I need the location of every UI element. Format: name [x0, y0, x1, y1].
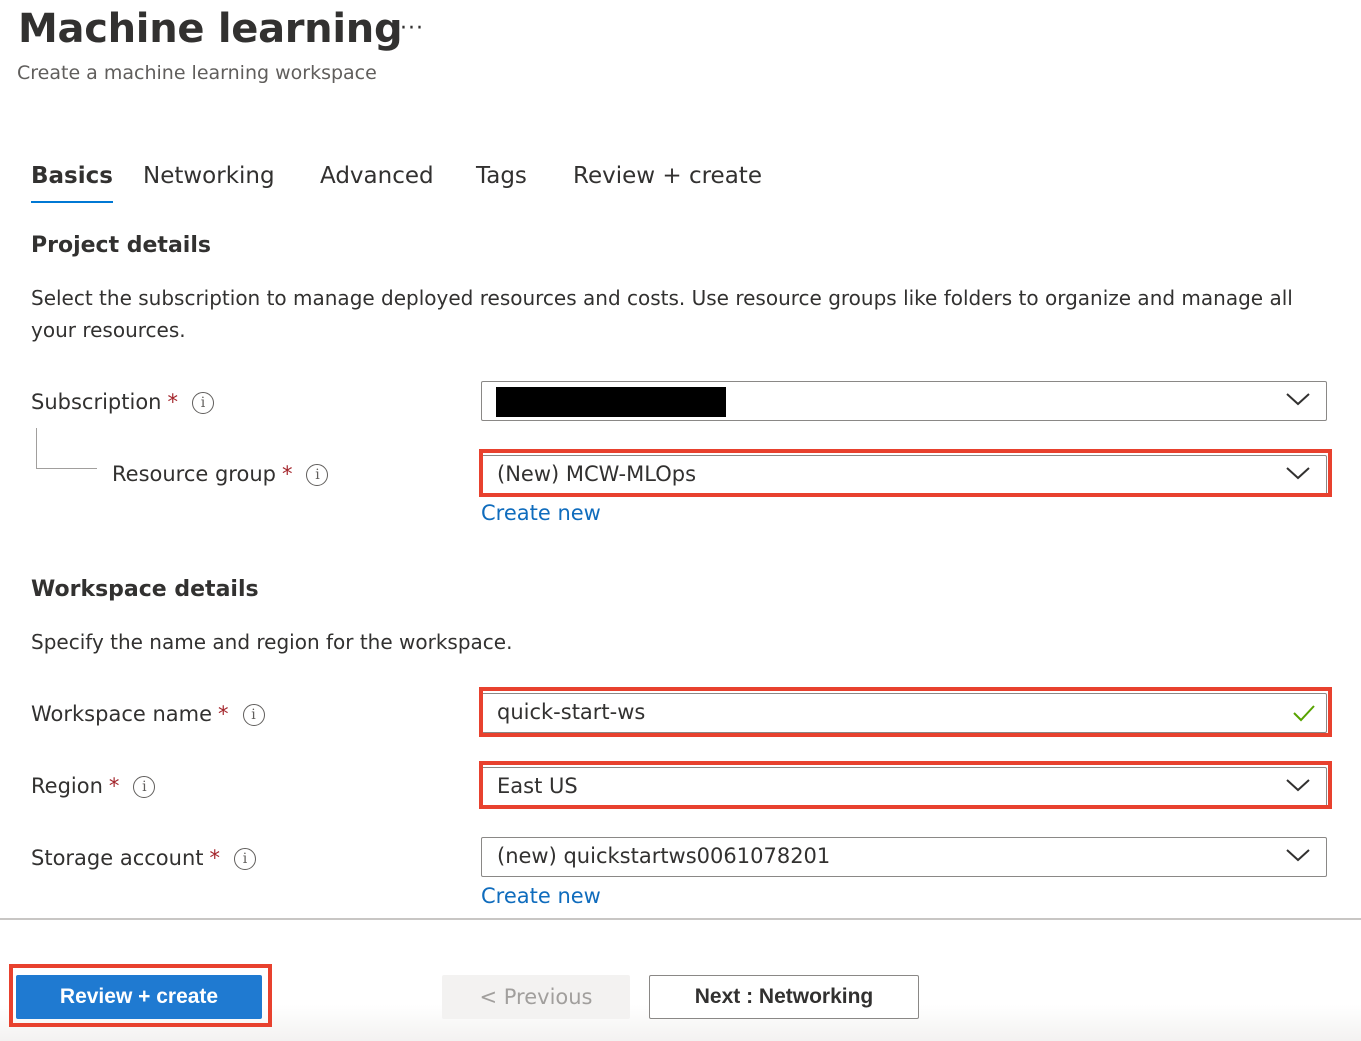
storage-account-label: Storage account * i: [31, 846, 257, 870]
tab-review-create[interactable]: Review + create: [573, 160, 762, 206]
previous-button: < Previous: [442, 975, 630, 1019]
info-icon[interactable]: i: [242, 704, 265, 726]
info-icon[interactable]: i: [306, 464, 329, 486]
tab-networking[interactable]: Networking: [143, 160, 275, 206]
tab-tags[interactable]: Tags: [476, 160, 527, 206]
workspace-details-description: Specify the name and region for the work…: [31, 630, 513, 654]
more-options-icon[interactable]: ···: [400, 16, 424, 41]
resource-group-label-text: Resource group: [112, 462, 276, 486]
subscription-dropdown[interactable]: [481, 381, 1327, 421]
tree-connector: [36, 428, 97, 469]
region-highlight: [479, 761, 1332, 809]
workspace-details-heading: Workspace details: [31, 577, 259, 602]
info-icon[interactable]: i: [234, 848, 257, 870]
chevron-down-icon: [1286, 849, 1310, 862]
storage-account-dropdown[interactable]: (new) quickstartws0061078201: [481, 837, 1327, 877]
required-asterisk: *: [209, 846, 221, 870]
required-asterisk: *: [167, 390, 178, 414]
required-asterisk: *: [218, 702, 229, 726]
tab-advanced[interactable]: Advanced: [320, 160, 434, 206]
page-title: Machine learning: [18, 6, 403, 52]
redacted-subscription-value: [496, 387, 726, 417]
footer-divider: [0, 918, 1361, 920]
storage-account-label-text: Storage account: [31, 846, 204, 870]
review-create-button[interactable]: Review + create: [16, 975, 262, 1019]
required-asterisk: *: [108, 774, 120, 798]
resource-group-highlight: [479, 449, 1332, 497]
page-subtitle: Create a machine learning workspace: [17, 62, 377, 84]
project-details-heading: Project details: [31, 233, 211, 258]
create-new-resource-group-link[interactable]: Create new: [481, 501, 601, 525]
info-icon[interactable]: i: [133, 776, 156, 798]
tab-basics[interactable]: Basics: [31, 160, 113, 206]
workspace-name-label-text: Workspace name: [31, 702, 213, 726]
create-new-storage-link[interactable]: Create new: [481, 884, 601, 908]
region-label-text: Region: [31, 774, 103, 798]
info-icon[interactable]: i: [191, 392, 214, 414]
workspace-name-label: Workspace name * i: [31, 702, 265, 726]
create-ml-workspace-page: Machine learning ··· Create a machine le…: [0, 0, 1361, 1041]
region-label: Region * i: [31, 774, 156, 798]
subscription-label-text: Subscription: [31, 390, 162, 414]
project-details-description: Select the subscription to manage deploy…: [31, 286, 1293, 342]
storage-account-value: (new) quickstartws0061078201: [497, 844, 831, 868]
next-networking-button[interactable]: Next : Networking: [649, 975, 919, 1019]
chevron-down-icon: [1286, 393, 1310, 406]
wizard-tabs: Basics Networking Advanced Tags Review +…: [0, 160, 1361, 210]
required-asterisk: *: [281, 462, 293, 486]
resource-group-label: Resource group * i: [112, 462, 329, 486]
workspace-name-highlight: [479, 687, 1332, 737]
subscription-label: Subscription * i: [31, 390, 214, 414]
